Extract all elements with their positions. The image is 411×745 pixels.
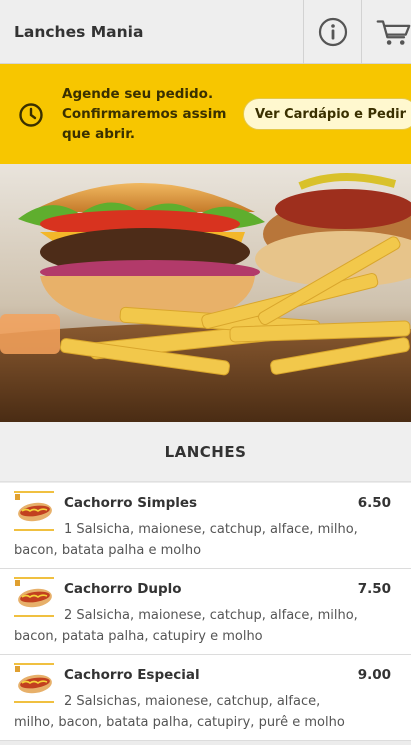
item-description: 1 Salsicha, maionese, catchup, alface, m… — [14, 522, 358, 558]
top-bar: Lanches Mania — [0, 0, 411, 64]
schedule-banner: Agende seu pedido. Confirmaremos assim q… — [0, 64, 411, 164]
item-name: Cachorro Simples — [64, 495, 198, 511]
item-description: 2 Salsichas, maionese, catchup, alface, … — [14, 694, 345, 730]
view-menu-button[interactable]: Ver Cardápio e Pedir — [243, 98, 411, 130]
item-price: 7.50 — [357, 581, 391, 597]
menu-item[interactable]: Cachorro Duplo 7.50 2 Salsicha, maionese… — [0, 569, 411, 655]
menu-item[interactable]: Cachorro Especial 9.00 2 Salsichas, maio… — [0, 655, 411, 741]
clock-icon — [19, 103, 43, 127]
item-price: 6.50 — [357, 495, 391, 511]
shopping-cart-icon — [376, 19, 411, 45]
cart-button[interactable] — [361, 0, 411, 64]
section-title: LANCHES — [0, 422, 411, 482]
burger-hotdog-fries-photo — [0, 164, 411, 422]
info-circle-icon — [318, 17, 347, 46]
banner-message: Agende seu pedido. Confirmaremos assim q… — [62, 84, 252, 144]
item-name: Cachorro Especial — [64, 667, 200, 683]
item-description: 2 Salsicha, maionese, catchup, alface, m… — [14, 608, 358, 644]
menu-items-list: Cachorro Simples 6.50 1 Salsicha, maione… — [0, 483, 411, 741]
banner-line-1: Agende seu pedido. — [62, 86, 214, 102]
item-name: Cachorro Duplo — [64, 581, 182, 597]
banner-line-2: Confirmaremos assim que abrir. — [62, 106, 227, 142]
menu-item[interactable]: Cachorro Simples 6.50 1 Salsicha, maione… — [0, 483, 411, 569]
info-button[interactable] — [303, 0, 361, 64]
hero-image — [0, 164, 411, 422]
item-price: 9.00 — [357, 667, 391, 683]
app-title: Lanches Mania — [14, 22, 144, 41]
